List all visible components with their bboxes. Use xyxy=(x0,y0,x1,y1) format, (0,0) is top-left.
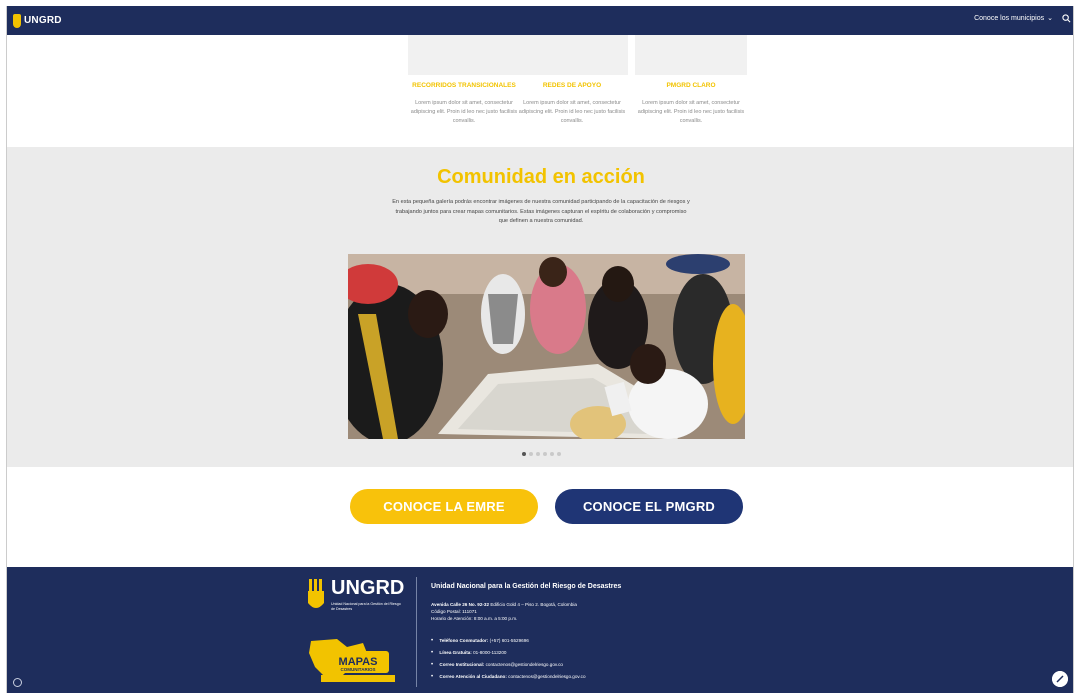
contact-item: Línea Gratuita: 01-8000-113200 xyxy=(431,647,586,659)
search-icon[interactable] xyxy=(1062,14,1071,23)
gallery-description: En esta pequeña galería podrás encontrar… xyxy=(392,199,690,224)
conoce-emre-button[interactable]: CONOCE LA EMRE xyxy=(350,489,538,524)
feature-cards: Recorridos transicionales Lorem ipsum do… xyxy=(7,35,1073,147)
footer-ungrd-logo[interactable]: UNGRD Unidad Nacional para la Gestión de… xyxy=(307,577,405,629)
municipios-dropdown-label: Conoce los municipios xyxy=(974,14,1045,22)
card-recorridos[interactable]: Recorridos transicionales Lorem ipsum do… xyxy=(404,35,524,126)
contact-label: Teléfono Conmutador: xyxy=(439,638,489,643)
top-navbar: UNGRD Conoce los municipios ⌄ xyxy=(7,6,1073,35)
contact-item: Teléfono Conmutador: (+57) 601-5529696 xyxy=(431,635,586,647)
card-text: Lorem ipsum dolor sit amet, consectetur … xyxy=(518,100,626,124)
gallery-photo[interactable] xyxy=(348,254,745,439)
mapas-logo-graphic: MAPAS COMUNITARIOS xyxy=(309,639,395,682)
contact-value[interactable]: 01-8000-113200 xyxy=(473,650,506,655)
office-hours: Horario de Atención: 8:00 a.m. a 5:00 p.… xyxy=(431,616,518,622)
card-redes[interactable]: Redes de apoyo Lorem ipsum dolor sit ame… xyxy=(512,35,632,126)
edit-icon[interactable] xyxy=(1052,671,1068,687)
page-frame: UNGRD Conoce los municipios ⌄ Recorridos… xyxy=(6,6,1074,693)
footer-logo-subtitle: Unidad Nacional para la Gestión del Ries… xyxy=(331,602,401,611)
cta-section: CONOCE LA EMRE CONOCE EL PMGRD xyxy=(7,467,1073,567)
postal-code: Código Postal: 111071 xyxy=(431,609,477,615)
community-photo-illustration xyxy=(348,254,745,439)
ungrd-logo-icon xyxy=(13,13,21,28)
logo-text: UNGRD xyxy=(24,15,62,26)
footer-address: Avenida Calle 26 No. 92-32 Edificio Gold… xyxy=(431,601,671,623)
contact-label: Correo Institucional: xyxy=(439,662,485,667)
carousel-dot[interactable] xyxy=(556,452,561,456)
contact-item: Correo Atención al Ciudadano: contacteno… xyxy=(431,671,585,683)
carousel-dot[interactable] xyxy=(521,452,526,456)
contact-value[interactable]: (+57) 601-5529696 xyxy=(490,638,529,643)
contact-value[interactable]: contactenos@gestiondelriesgo.gov.co xyxy=(508,674,585,679)
carousel-dot[interactable] xyxy=(528,452,533,456)
address-label: Avenida Calle 26 No. 92-32 xyxy=(431,602,490,607)
conoce-pmgrd-button[interactable]: CONOCE EL PMGRD xyxy=(555,489,743,524)
footer-divider xyxy=(416,577,417,687)
contact-item: Correo Institucional: contactenos@gestio… xyxy=(431,659,586,671)
ungrd-shield-icon xyxy=(308,579,324,608)
chevron-down-icon: ⌄ xyxy=(1047,15,1053,22)
gallery-section: Comunidad en acción En esta pequeña gale… xyxy=(7,147,1073,467)
ungrd-logo[interactable]: UNGRD xyxy=(13,11,62,30)
carousel-dots xyxy=(7,452,1073,456)
address-rest: Edificio Gold 4 – Piso 2. Bogotá, Colomb… xyxy=(490,602,577,607)
card-pmgrd[interactable]: Pmgrd Claro Lorem ipsum dolor sit amet, … xyxy=(631,35,751,126)
contact-value[interactable]: contactenos@gestiondelriesgo.gov.co xyxy=(486,662,563,667)
carousel-dot[interactable] xyxy=(535,452,540,456)
contact-label: Correo Atención al Ciudadano: xyxy=(439,674,507,679)
footer-heading: Unidad Nacional para la Gestión del Ries… xyxy=(431,583,622,590)
footer: UNGRD Unidad Nacional para la Gestión de… xyxy=(7,567,1073,693)
card-title: Redes de apoyo xyxy=(542,82,602,89)
contact-label: Línea Gratuita: xyxy=(439,650,472,655)
card-image xyxy=(516,35,628,75)
mapas-subtitle: COMUNITARIOS xyxy=(341,667,376,672)
card-image xyxy=(635,35,747,75)
carousel-dot[interactable] xyxy=(542,452,547,456)
card-title: Recorridos transicionales xyxy=(412,82,516,89)
municipios-dropdown[interactable]: Conoce los municipios ⌄ xyxy=(974,14,1053,23)
card-title: Pmgrd Claro xyxy=(666,82,716,89)
card-image xyxy=(408,35,520,75)
footer-logo-name: UNGRD xyxy=(331,577,405,599)
mapas-comunitarios-logo[interactable]: MAPAS COMUNITARIOS xyxy=(307,637,399,687)
card-text: Lorem ipsum dolor sit amet, consectetur … xyxy=(637,100,745,124)
contact-list: Teléfono Conmutador: (+57) 601-5529696 L… xyxy=(431,635,586,683)
carousel-dot[interactable] xyxy=(549,452,554,456)
settings-icon[interactable] xyxy=(13,678,22,687)
gallery-title: Comunidad en acción xyxy=(437,166,645,188)
card-text: Lorem ipsum dolor sit amet, consectetur … xyxy=(410,100,518,124)
